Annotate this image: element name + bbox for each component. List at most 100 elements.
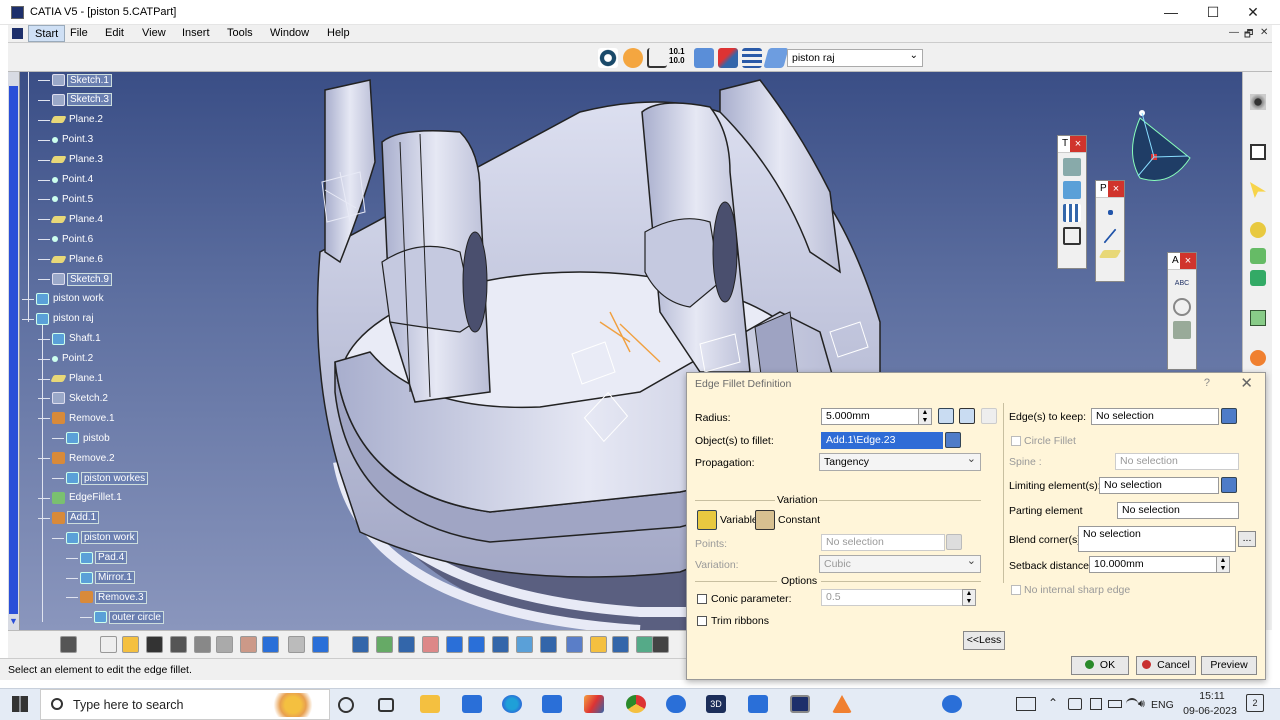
toolbar-close-button[interactable]: × xyxy=(1070,136,1086,152)
menu-view[interactable]: View xyxy=(142,27,166,39)
open-icon[interactable] xyxy=(122,636,139,653)
rotate-icon[interactable] xyxy=(422,636,439,653)
point-tool-icon[interactable] xyxy=(1107,210,1113,215)
pattern-icon[interactable] xyxy=(1063,204,1081,222)
pocket-tool-icon[interactable] xyxy=(1250,248,1266,264)
constant-button[interactable]: Constant xyxy=(778,514,820,526)
tree-item[interactable]: Point.5 xyxy=(38,191,95,207)
variable-button[interactable]: Variable xyxy=(720,514,758,526)
zoom-in-icon[interactable] xyxy=(446,636,463,653)
blend-input[interactable]: No selection xyxy=(1078,526,1236,552)
scale-icon[interactable] xyxy=(1063,227,1081,245)
tree-item[interactable]: EdgeFillet.1 xyxy=(38,490,124,506)
tree-item[interactable]: Plane.4 xyxy=(38,211,105,227)
undo-icon[interactable] xyxy=(262,636,279,653)
spine-input[interactable]: No selection xyxy=(1115,453,1239,470)
variable-icon[interactable] xyxy=(697,510,717,530)
tree-item[interactable]: Add.1 xyxy=(38,510,100,526)
text-annotation-icon[interactable]: ABC xyxy=(1173,275,1191,293)
tree-item[interactable]: Point.2 xyxy=(38,351,95,367)
trim-checkbox[interactable] xyxy=(697,616,707,626)
keyboard-icon[interactable] xyxy=(1016,697,1036,711)
mail-icon[interactable] xyxy=(542,695,562,713)
close-button[interactable]: ✕ xyxy=(1232,2,1274,22)
list-icon[interactable] xyxy=(742,48,762,68)
tree-item[interactable]: piston work xyxy=(52,530,138,546)
swap-space-icon[interactable] xyxy=(612,636,629,653)
propagation-select[interactable]: Tangency xyxy=(819,452,981,471)
setback-input[interactable]: 10.000mm xyxy=(1089,556,1217,573)
limiting-list-icon[interactable] xyxy=(1221,477,1237,493)
hide-show-icon[interactable] xyxy=(590,636,607,653)
tree-item[interactable]: Plane.2 xyxy=(38,112,105,128)
tree-item[interactable]: pistob xyxy=(52,430,112,446)
blend-more-button[interactable]: ... xyxy=(1238,531,1256,547)
fly-icon[interactable] xyxy=(352,636,369,653)
tree-item[interactable]: Point.4 xyxy=(38,172,95,188)
toolbar-close-button[interactable]: × xyxy=(1180,253,1196,269)
notifications-icon[interactable]: 2 xyxy=(1246,694,1264,712)
photos-icon[interactable] xyxy=(584,695,604,713)
objects-input[interactable]: Add.1\Edge.23 xyxy=(821,432,943,449)
pad-tool-icon[interactable] xyxy=(1250,222,1266,238)
tree-scrollbar[interactable] xyxy=(8,72,20,630)
tree-item[interactable]: Sketch.9 xyxy=(38,271,112,287)
tree-item[interactable]: Point.3 xyxy=(38,132,95,148)
mdi-restore-button[interactable]: 🗗 xyxy=(1244,27,1253,44)
shading-icon[interactable] xyxy=(566,636,583,653)
select-arrow-icon[interactable] xyxy=(1250,182,1266,198)
menu-help[interactable]: Help xyxy=(327,27,350,39)
line-tool-icon[interactable] xyxy=(1103,228,1117,244)
tree-item[interactable]: piston work xyxy=(22,291,106,307)
constant-icon[interactable] xyxy=(755,510,775,530)
tree-item[interactable]: Remove.1 xyxy=(38,410,117,426)
layers-icon[interactable] xyxy=(694,48,714,68)
circle-fillet-checkbox[interactable] xyxy=(1011,436,1021,446)
help-icon[interactable] xyxy=(942,695,962,713)
edge-browser-icon[interactable] xyxy=(502,695,522,713)
part-select-dropdown[interactable]: piston raj ⌄ xyxy=(787,49,923,67)
transform-icon[interactable] xyxy=(1063,158,1081,176)
monitor-tray-icon[interactable] xyxy=(1090,698,1102,710)
fit-all-icon[interactable] xyxy=(376,636,393,653)
redo-icon[interactable] xyxy=(288,636,305,653)
toolbar-close-button[interactable]: × xyxy=(1108,181,1124,197)
tree-item[interactable]: Sketch.2 xyxy=(38,390,110,406)
menu-tools[interactable]: Tools xyxy=(227,27,253,39)
fillet-tool-icon[interactable] xyxy=(1250,350,1266,366)
file-explorer-icon[interactable] xyxy=(420,695,440,713)
points-list-icon[interactable] xyxy=(946,534,962,550)
scroll-down-icon[interactable]: ▼ xyxy=(9,616,18,626)
save-icon[interactable] xyxy=(146,636,163,653)
tree-item[interactable]: Remove.3 xyxy=(66,589,147,605)
tree-item[interactable]: Sketch.3 xyxy=(38,92,112,108)
tree-item[interactable]: Point.6 xyxy=(38,231,95,247)
new-icon[interactable] xyxy=(100,636,117,653)
objects-list-icon[interactable] xyxy=(945,432,961,448)
task-view-icon[interactable] xyxy=(378,698,394,712)
edges-keep-list-icon[interactable] xyxy=(1221,408,1237,424)
shaft-tool-icon[interactable] xyxy=(1250,270,1266,286)
less-button[interactable]: <<Less xyxy=(963,631,1005,650)
dress-up-icon[interactable] xyxy=(1250,310,1266,326)
taskbar-search[interactable]: Type here to search xyxy=(40,689,330,720)
zoom-out-icon[interactable] xyxy=(468,636,485,653)
ruler-icon[interactable] xyxy=(60,636,77,653)
cortana-icon[interactable] xyxy=(338,697,354,713)
tray-expand-icon[interactable]: ⌃ xyxy=(1048,696,1058,710)
preview-button[interactable]: Preview xyxy=(1201,656,1257,675)
edges-keep-input[interactable]: No selection xyxy=(1091,408,1219,425)
3d-app-icon[interactable]: 3D xyxy=(706,695,726,713)
menu-start[interactable]: Start xyxy=(28,25,66,42)
flag-note-icon[interactable] xyxy=(1173,298,1191,316)
conic-input[interactable]: 0.5 xyxy=(821,589,963,606)
language-indicator[interactable]: ENG xyxy=(1151,699,1174,711)
radius-spinner[interactable]: ▲ ▼ xyxy=(918,408,932,425)
tree-item[interactable]: Plane.1 xyxy=(38,371,105,387)
mirror-icon[interactable] xyxy=(1063,181,1081,199)
multi-view-icon[interactable] xyxy=(516,636,533,653)
catia-taskbar-icon[interactable] xyxy=(790,695,810,713)
menu-edit[interactable]: Edit xyxy=(105,27,124,39)
print-icon[interactable] xyxy=(170,636,187,653)
clock-date[interactable]: 09-06-2023 xyxy=(1178,705,1242,717)
